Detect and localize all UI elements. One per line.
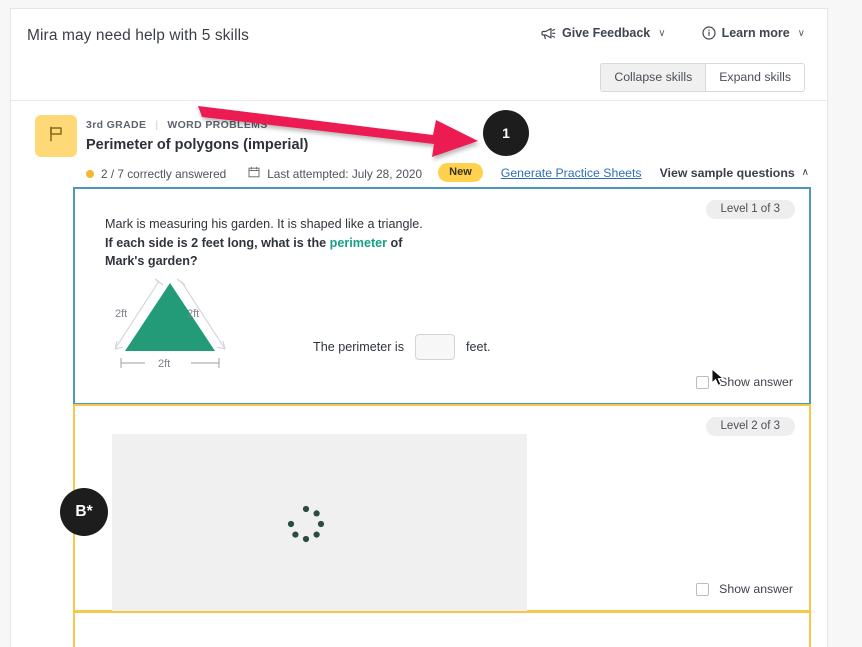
breadcrumb-category: WORD PROBLEMS — [167, 119, 268, 131]
skill-actions: New Generate Practice Sheets View sample… — [438, 163, 809, 182]
status-dot-icon — [86, 169, 94, 178]
give-feedback-label: Give Feedback — [562, 26, 651, 40]
question-card-level-2: Level 2 of 3 Show answer — [73, 404, 811, 619]
header-actions: Give Feedback ∨ Learn more ∨ — [541, 26, 805, 40]
view-sample-questions-toggle[interactable]: View sample questions ∧ — [660, 166, 809, 180]
show-answer-toggle[interactable]: Show answer — [696, 582, 793, 596]
chevron-down-icon: ∨ — [658, 27, 666, 39]
triangle-label-right: 2ft — [187, 308, 199, 320]
chevron-down-icon: ∨ — [797, 27, 805, 39]
expand-skills-button[interactable]: Expand skills — [706, 64, 804, 91]
breadcrumb: 3rd GRADE | WORD PROBLEMS — [86, 119, 268, 131]
info-icon — [701, 26, 716, 40]
skill-meta: 2 / 7 correctly answered Last attempted:… — [86, 166, 422, 181]
flag-badge — [35, 115, 77, 157]
question-cards: Level 1 of 3 Mark is measuring his garde… — [11, 187, 827, 647]
last-attempted-stat: Last attempted: July 28, 2020 — [248, 166, 422, 181]
collapse-skills-button[interactable]: Collapse skills — [601, 64, 707, 91]
screenshot-root: Mira may need help with 5 skills Give Fe… — [0, 0, 862, 647]
level-badge: Level 1 of 3 — [705, 200, 795, 219]
svg-text:2ft: 2ft — [158, 358, 170, 370]
skills-panel: Mira may need help with 5 skills Give Fe… — [10, 8, 828, 647]
triangle-diagram: 2ft 2ft 2ft 2ft — [114, 269, 295, 384]
generate-practice-sheets-link[interactable]: Generate Practice Sheets — [501, 166, 642, 180]
progress-stat: 2 / 7 correctly answered — [86, 167, 226, 181]
last-attempted-label: Last attempted: July 28, 2020 — [267, 166, 423, 181]
question-keyword: perimeter — [329, 235, 388, 250]
annotation-badge-1: 1 — [483, 110, 529, 156]
answer-suffix: feet. — [466, 340, 491, 354]
answer-row: The perimeter is feet. — [313, 334, 491, 360]
question-text: Mark is measuring his garden. It is shap… — [105, 215, 535, 271]
learn-more-button[interactable]: Learn more ∨ — [701, 26, 805, 40]
annotation-badge-b: B* — [60, 488, 108, 536]
skill-title: Perimeter of polygons (imperial) — [86, 137, 309, 153]
skills-view-toggle: Collapse skills Expand skills — [600, 63, 805, 92]
show-answer-checkbox[interactable] — [696, 582, 710, 596]
calendar-icon — [248, 166, 260, 181]
breadcrumb-separator: | — [155, 119, 159, 131]
breadcrumb-grade: 3rd GRADE — [86, 119, 147, 131]
answer-input[interactable] — [415, 334, 455, 360]
skill-header: 3rd GRADE | WORD PROBLEMS Perimeter of p… — [11, 101, 827, 187]
question-card-level-1: Level 1 of 3 Mark is measuring his garde… — [73, 187, 811, 405]
learn-more-label: Learn more — [721, 26, 790, 40]
page-title: Mira may need help with 5 skills — [27, 27, 250, 44]
answer-prefix: The perimeter is — [313, 340, 404, 354]
status-badge-new: New — [438, 163, 483, 182]
progress-label: 2 / 7 correctly answered — [101, 166, 227, 181]
question-line-3: Mark's garden? — [105, 254, 198, 268]
view-sample-questions-label: View sample questions — [659, 165, 795, 180]
flag-icon — [46, 124, 66, 149]
mouse-cursor-icon — [711, 367, 727, 393]
triangle-label-left: 2ft — [115, 308, 127, 320]
chevron-up-icon: ∧ — [801, 167, 809, 178]
show-answer-checkbox[interactable] — [696, 375, 710, 389]
question-line-2b: of — [387, 235, 403, 250]
triangle-shape — [125, 283, 215, 351]
show-answer-label: Show answer — [719, 375, 793, 389]
show-answer-label: Show answer — [719, 582, 793, 596]
loading-spinner-icon — [285, 503, 327, 545]
question-line-2a: If each side is 2 feet long, what is the — [105, 235, 330, 250]
megaphone-icon — [541, 27, 556, 40]
page-header: Mira may need help with 5 skills Give Fe… — [11, 9, 827, 101]
level-badge: Level 2 of 3 — [705, 417, 795, 436]
question-line-1: Mark is measuring his garden. It is shap… — [105, 217, 423, 231]
question-card-level-3 — [73, 611, 811, 647]
give-feedback-button[interactable]: Give Feedback ∨ — [541, 26, 666, 40]
